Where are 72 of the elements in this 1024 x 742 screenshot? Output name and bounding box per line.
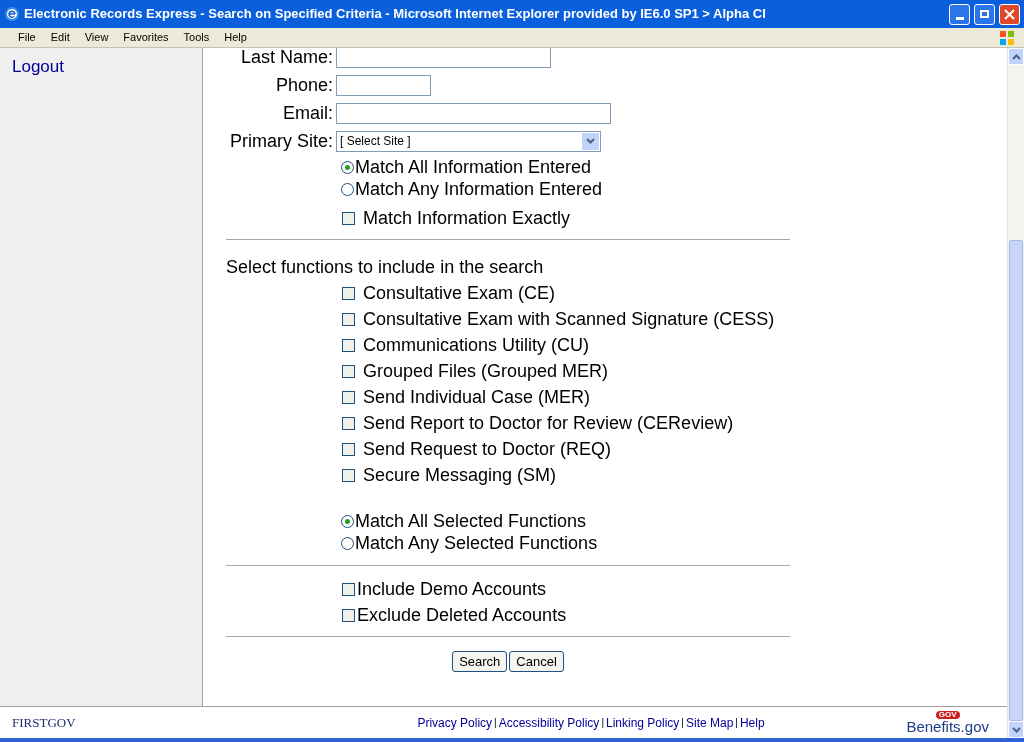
logout-link[interactable]: Logout <box>12 57 64 76</box>
close-button[interactable] <box>999 3 1020 25</box>
checkbox[interactable] <box>342 582 355 596</box>
footer-link[interactable]: Accessibility Policy <box>498 713 600 732</box>
checkbox[interactable] <box>342 468 355 482</box>
checkbox-label: Consultative Exam with Scanned Signature (CESS) <box>363 307 775 331</box>
footer-link[interactable]: Linking Policy <box>606 713 680 732</box>
footer-link[interactable]: Privacy Policy <box>417 713 493 732</box>
radio-button[interactable] <box>341 514 354 528</box>
footer-link[interactable]: Site Map <box>685 713 734 732</box>
chevron-up-icon <box>1011 53 1021 60</box>
checkbox-label: Exclude Deleted Accounts <box>357 603 567 627</box>
section-heading: Select functions to include in the search <box>226 256 545 276</box>
checkbox[interactable] <box>342 442 355 456</box>
field-label: Primary Site: <box>228 129 334 153</box>
radio-label: Match All Information Entered <box>355 155 592 179</box>
chevron-down-icon <box>586 138 595 144</box>
menu-item[interactable]: Edit <box>50 29 70 46</box>
checkbox-label: Send Request to Doctor (REQ) <box>363 437 612 461</box>
firstgov-logo: FIRSTGOV <box>12 713 76 732</box>
checkbox[interactable] <box>342 211 355 225</box>
link-separator: | <box>735 716 738 730</box>
radio-label: Match Any Selected Functions <box>355 531 598 555</box>
checkbox[interactable] <box>342 312 355 326</box>
checkbox-label: Secure Messaging (SM) <box>363 463 557 487</box>
text-field[interactable] <box>336 74 431 96</box>
benefits-logo: Benefits.gov <box>906 719 989 734</box>
checkbox-label: Grouped Files (Grouped MER) <box>363 359 609 383</box>
menu-item[interactable]: File <box>18 29 36 46</box>
radio-button[interactable] <box>341 160 354 174</box>
window-title: Electronic Records Express - Search on Specified Criteria - Microsoft Internet Explorer provided by IE6.0 SP1 > Alpha CI <box>24 5 767 24</box>
menu-item[interactable]: Help <box>224 29 247 46</box>
gov-badge: GOV <box>935 711 960 719</box>
checkbox[interactable] <box>342 364 355 378</box>
radio-button[interactable] <box>341 182 354 196</box>
radio-button[interactable] <box>341 536 354 550</box>
radio-label: Match All Selected Functions <box>355 509 587 533</box>
menu-item[interactable]: View <box>84 29 109 46</box>
checkbox-label: Communications Utility (CU) <box>363 333 590 357</box>
link-separator: | <box>494 716 497 730</box>
checkbox[interactable] <box>342 608 355 622</box>
checkbox-label: Include Demo Accounts <box>357 577 547 601</box>
field-label: Email: <box>282 101 334 125</box>
windows-flag-icon <box>998 29 1016 47</box>
checkbox[interactable] <box>342 416 355 430</box>
footer-link[interactable]: Help <box>739 713 765 732</box>
menu-item[interactable]: Tools <box>183 29 210 46</box>
field-label: Phone: <box>274 73 334 97</box>
link-separator: | <box>601 716 604 730</box>
checkbox-label: Match Information Exactly <box>363 206 571 230</box>
checkbox[interactable] <box>342 338 355 352</box>
checkbox[interactable] <box>342 390 355 404</box>
checkbox[interactable] <box>342 286 355 300</box>
link-separator: | <box>681 716 684 730</box>
text-field[interactable] <box>336 102 611 124</box>
browser-e-icon <box>4 6 20 22</box>
minimize-button[interactable] <box>949 3 970 25</box>
site-dropdown[interactable]: [ Select Site ] <box>336 130 601 152</box>
restore-button[interactable] <box>974 3 995 25</box>
menu-item[interactable]: Favorites <box>123 29 169 46</box>
radio-label: Match Any Information Entered <box>355 177 603 201</box>
checkbox-label: Send Report to Doctor for Review (CEReview) <box>363 411 734 435</box>
form-button[interactable]: Cancel <box>509 651 564 672</box>
field-label: Last Name: <box>239 45 334 69</box>
chevron-down-icon <box>1011 726 1021 733</box>
checkbox-label: Send Individual Case (MER) <box>363 385 591 409</box>
form-button[interactable]: Search <box>452 651 508 672</box>
scroll-thumb[interactable] <box>1009 240 1023 721</box>
checkbox-label: Consultative Exam (CE) <box>363 281 556 305</box>
text-field[interactable] <box>336 46 551 68</box>
scrollbar[interactable] <box>1007 48 1024 738</box>
close-icon <box>1004 8 1015 20</box>
